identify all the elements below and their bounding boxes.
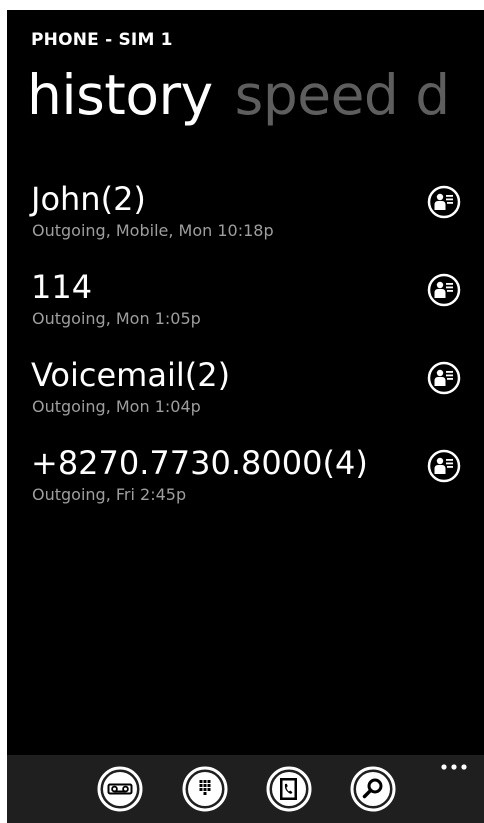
call-detail: Outgoing, Mon 1:05p bbox=[32, 309, 201, 328]
phonebook-icon[interactable] bbox=[266, 766, 312, 812]
phone-screen: PHONE - SIM 1 history speed d John(2) Out… bbox=[7, 10, 484, 823]
call-name: 114 bbox=[31, 268, 93, 306]
call-name: Voicemail bbox=[31, 356, 185, 394]
call-detail: Outgoing, Mon 1:04p bbox=[32, 397, 201, 416]
pivot-header: history speed d bbox=[27, 58, 472, 132]
call-name-line: +8270.7730.8000(4) bbox=[31, 444, 368, 482]
call-count: (4) bbox=[322, 444, 368, 482]
call-detail: Outgoing, Fri 2:45p bbox=[32, 485, 187, 504]
call-count: (2) bbox=[184, 356, 231, 394]
contact-card-icon[interactable] bbox=[427, 185, 461, 219]
call-history-item[interactable]: +8270.7730.8000(4) Outgoing, Fri 2:45p bbox=[7, 442, 484, 530]
more-icon[interactable] bbox=[437, 755, 473, 779]
keypad-icon[interactable] bbox=[182, 766, 228, 812]
call-history-item[interactable]: 114 Outgoing, Mon 1:05p bbox=[7, 266, 484, 354]
search-icon[interactable] bbox=[350, 766, 396, 812]
contact-card-icon[interactable] bbox=[427, 273, 461, 307]
voicemail-icon[interactable] bbox=[97, 766, 143, 812]
call-detail: Outgoing, Mobile, Mon 10:18p bbox=[32, 221, 274, 240]
call-name-line: John(2) bbox=[31, 180, 146, 218]
call-history-list: John(2) Outgoing, Mobile, Mon 10:18p 114… bbox=[7, 178, 484, 530]
call-name-line: Voicemail(2) bbox=[31, 356, 230, 394]
contact-card-icon[interactable] bbox=[427, 449, 461, 483]
call-name-line: 114 bbox=[31, 268, 92, 306]
app-bar bbox=[7, 755, 484, 823]
call-count: (2) bbox=[100, 180, 146, 218]
call-history-item[interactable]: John(2) Outgoing, Mobile, Mon 10:18p bbox=[7, 178, 484, 266]
pivot-speed-dial[interactable]: speed d bbox=[235, 58, 451, 132]
call-name: John bbox=[31, 180, 101, 218]
call-name: +8270.7730.8000 bbox=[31, 444, 323, 482]
call-history-item[interactable]: Voicemail(2) Outgoing, Mon 1:04p bbox=[7, 354, 484, 442]
contact-card-icon[interactable] bbox=[427, 361, 461, 395]
app-title: PHONE - SIM 1 bbox=[31, 30, 173, 50]
pivot-history[interactable]: history bbox=[27, 58, 213, 132]
